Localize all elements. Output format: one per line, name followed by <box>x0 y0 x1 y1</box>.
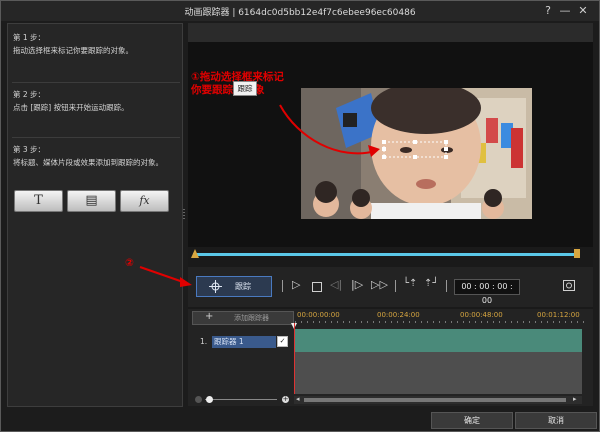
step-1-title: 第 1 步： <box>13 33 46 42</box>
separator <box>395 280 396 292</box>
zoom-thumb[interactable] <box>206 396 213 403</box>
tracker-timeline: + 添加跟踪器 00:00:00:00 00:00:24:00 00:00:48… <box>188 309 593 406</box>
step-2: 第 2 步： 点击 [跟踪] 按钮来开始运动跟踪。 <box>13 88 179 114</box>
tracker-clip[interactable] <box>294 329 582 352</box>
timeline-scrollbar[interactable]: ◂ ▸ <box>294 395 582 404</box>
zoom-out-icon[interactable] <box>195 396 202 403</box>
ruler-tick-label: 00:01:12:00 <box>537 311 580 319</box>
zoom-in-icon[interactable]: + <box>282 396 289 403</box>
divider <box>12 82 180 83</box>
preview-header <box>188 23 593 42</box>
seek-start-marker-icon[interactable] <box>191 249 199 258</box>
playback-controls: 跟踪 ▷ ◁| |▷ ▷▷ └⇡ ⇡┘ 00 : 00 : 00 : 00 <box>188 267 593 307</box>
play-icon[interactable]: ▷ <box>292 278 300 291</box>
fx-icon: fx <box>139 194 150 207</box>
step-1-description: 拖动选择框来标记你要跟踪的对象。 <box>13 46 133 55</box>
title-icon: T <box>34 193 43 208</box>
ruler-tick-label: 00:00:24:00 <box>377 311 420 319</box>
stop-icon[interactable] <box>312 282 322 292</box>
track-button-label: 跟踪 <box>235 282 251 291</box>
separator <box>446 280 447 292</box>
tracker-name[interactable]: 跟踪器 1 <box>212 336 276 348</box>
ruler-ticks <box>295 321 585 323</box>
timeline-empty-area[interactable] <box>294 352 582 394</box>
step-2-description: 点击 [跟踪] 按钮来开始运动跟踪。 <box>13 103 129 112</box>
ruler-tick-label: 00:00:48:00 <box>460 311 503 319</box>
seek-bar[interactable] <box>193 253 580 256</box>
playhead-line[interactable] <box>294 323 295 394</box>
ruler-tick-label: 00:00:00:00 <box>297 311 340 319</box>
step-3: 第 3 步： 将标题、媒体片段或效果添加到跟踪的对象。 <box>13 143 179 169</box>
track-tooltip: 跟踪 <box>233 81 257 96</box>
ok-button[interactable]: 确定 <box>431 412 513 429</box>
plus-icon: + <box>205 311 214 322</box>
track-button[interactable]: 跟踪 <box>196 276 272 297</box>
snapshot-icon[interactable] <box>563 280 575 291</box>
mark-out-icon[interactable]: ⇡┘ <box>424 278 438 289</box>
help-icon[interactable]: ? <box>541 4 555 18</box>
add-media-button[interactable]: ▤ <box>67 190 116 212</box>
window-title: 动画跟踪器 | 6164dc0d5bb12e4f7c6ebee96ec60486 <box>184 8 416 18</box>
minimize-icon[interactable]: — <box>558 4 572 18</box>
close-icon[interactable]: ✕ <box>576 4 590 18</box>
tracker-checkbox[interactable]: ✓ <box>277 336 288 347</box>
editor-area: ①拖动选择框来标记 你要跟踪的对象 跟踪 ▷ ◁| |▷ ▷▷ └⇡ ⇡┘ 00… <box>188 23 593 406</box>
fast-forward-icon[interactable]: ▷▷ <box>371 278 388 291</box>
scroll-right-icon[interactable]: ▸ <box>573 395 577 403</box>
panel-splitter[interactable] <box>183 209 185 221</box>
title-bar: 动画跟踪器 | 6164dc0d5bb12e4f7c6ebee96ec60486… <box>1 1 599 21</box>
annotation-arrow-icon <box>139 266 192 287</box>
annotation-step2-marker: ② <box>125 257 134 269</box>
annotation-marker-1: ① <box>191 71 200 83</box>
scrollbar-thumb[interactable] <box>304 398 566 402</box>
mark-in-icon[interactable]: └⇡ <box>403 278 417 289</box>
step-3-title: 第 3 步： <box>13 145 46 154</box>
timeline-ruler[interactable]: 00:00:00:00 00:00:24:00 00:00:48:00 00:0… <box>295 311 585 323</box>
seek-end-marker-icon[interactable] <box>574 249 580 258</box>
timecode-display: 00 : 00 : 00 : 00 <box>454 279 520 305</box>
next-frame-icon[interactable]: |▷ <box>351 278 363 291</box>
motion-tracker-window: 动画跟踪器 | 6164dc0d5bb12e4f7c6ebee96ec60486… <box>0 0 600 432</box>
zoom-slider[interactable]: + <box>192 396 292 404</box>
tracker-number: 1. <box>200 337 208 346</box>
divider <box>12 137 180 138</box>
separator <box>282 280 283 292</box>
add-effect-button[interactable]: fx <box>120 190 169 212</box>
tracker-row[interactable]: 1. 跟踪器 1 ✓ <box>192 332 293 354</box>
annotation-arrow-icon <box>279 104 380 157</box>
step-3-description: 将标题、媒体片段或效果添加到跟踪的对象。 <box>13 158 163 167</box>
step-1: 第 1 步： 拖动选择框来标记你要跟踪的对象。 <box>13 31 179 57</box>
add-tracker-button[interactable]: + 添加跟踪器 <box>192 311 294 325</box>
add-title-button[interactable]: T <box>14 190 63 212</box>
crosshair-icon <box>209 280 222 293</box>
zoom-track[interactable] <box>205 399 277 400</box>
instructions-panel: 第 1 步： 拖动选择框来标记你要跟踪的对象。 第 2 步： 点击 [跟踪] 按… <box>7 23 183 407</box>
add-tracker-label: 添加跟踪器 <box>234 314 269 322</box>
media-icon: ▤ <box>85 193 98 208</box>
scroll-left-icon[interactable]: ◂ <box>296 395 300 403</box>
cancel-button[interactable]: 取消 <box>515 412 597 429</box>
previous-frame-icon[interactable]: ◁| <box>330 278 342 291</box>
step-2-title: 第 2 步： <box>13 90 46 99</box>
